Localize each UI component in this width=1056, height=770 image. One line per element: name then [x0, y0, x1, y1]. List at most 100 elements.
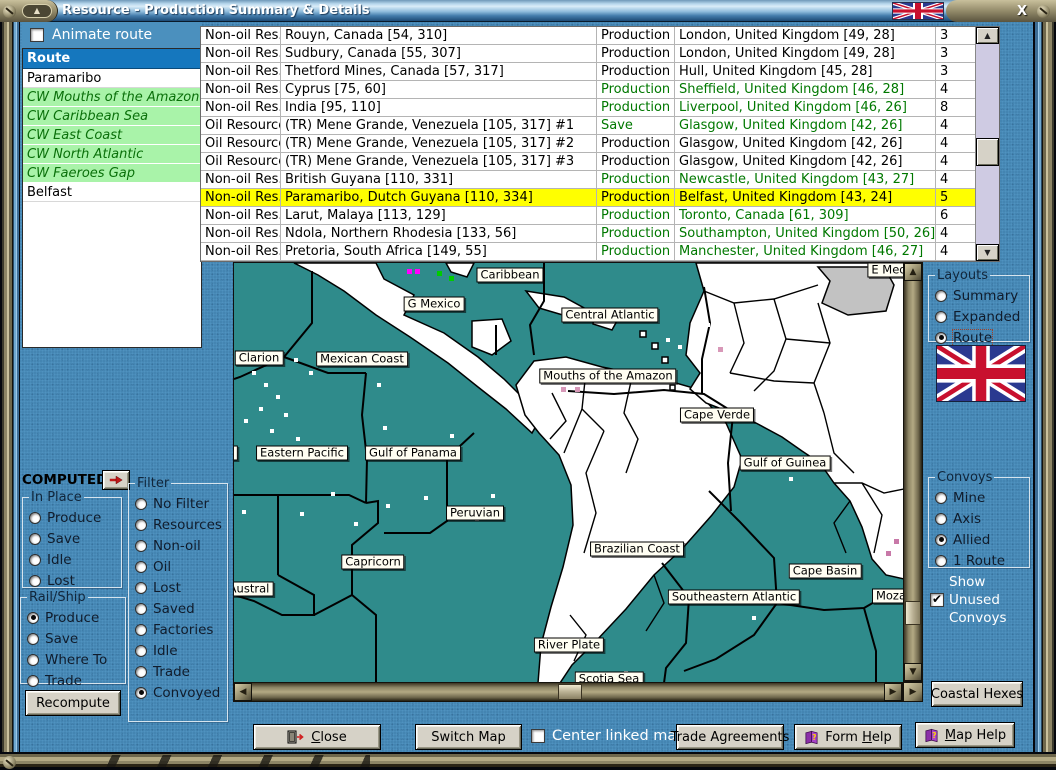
- scroll-up-icon[interactable]: ▲: [904, 263, 922, 281]
- radio-button[interactable]: [27, 674, 39, 687]
- form-help-button[interactable]: ? Form Help: [794, 724, 902, 750]
- computed-arrow-button[interactable]: [102, 470, 130, 490]
- minimize-button[interactable]: ▲: [22, 4, 52, 18]
- radio-produce[interactable]: Produce: [29, 507, 117, 528]
- center-linked-map-checkbox[interactable]: [531, 729, 545, 743]
- radio-where-to[interactable]: Where To: [27, 649, 121, 670]
- radio-summary[interactable]: Summary: [935, 285, 1025, 306]
- map-help-button[interactable]: ? Map Help: [915, 722, 1015, 748]
- scroll-left-icon[interactable]: ◀: [234, 683, 252, 701]
- radio-button[interactable]: [27, 653, 39, 666]
- switch-map-button[interactable]: Switch Map: [415, 724, 522, 750]
- close-button[interactable]: Close: [253, 724, 381, 750]
- radio-button[interactable]: [29, 574, 41, 587]
- radio-button[interactable]: [135, 686, 147, 699]
- table-row[interactable]: Non-oil Res. Cyprus [75, 60] Production She…: [201, 81, 999, 99]
- radio-button[interactable]: [135, 602, 147, 615]
- radio-button[interactable]: [27, 632, 39, 645]
- recompute-button[interactable]: Recompute: [25, 690, 121, 716]
- radio-oil[interactable]: Oil: [135, 556, 223, 577]
- table-row[interactable]: Non-oil Res. India [95, 110] Production Liv…: [201, 99, 999, 117]
- map-scroll-corner[interactable]: ▶: [903, 682, 923, 702]
- radio-axis[interactable]: Axis: [935, 508, 1025, 529]
- table-row[interactable]: Oil Resource (TR) Mene Grande, Venezuela …: [201, 117, 999, 135]
- radio-trade[interactable]: Trade: [27, 670, 121, 691]
- radio-button[interactable]: [935, 289, 947, 302]
- map-hscroll-thumb[interactable]: [558, 684, 582, 700]
- in-place-group: In Place Produce Save Idle Lost: [22, 490, 122, 591]
- radio-expanded[interactable]: Expanded: [935, 306, 1025, 327]
- table-row[interactable]: Non-oil Res. Paramaribo, Dutch Guyana [11…: [201, 189, 999, 207]
- route-list-item[interactable]: Belfast: [23, 183, 201, 202]
- table-row[interactable]: Non-oil Res. Thetford Mines, Canada [57, …: [201, 63, 999, 81]
- radio-button[interactable]: [29, 511, 41, 524]
- radio-button[interactable]: [135, 665, 147, 678]
- route-list-item[interactable]: CW East Coast: [23, 126, 201, 145]
- radio-idle[interactable]: Idle: [29, 549, 117, 570]
- radio-saved[interactable]: Saved: [135, 598, 223, 619]
- table-scrollbar-thumb[interactable]: [976, 138, 999, 166]
- map-horizontal-scrollbar[interactable]: ◀ ▶: [233, 682, 903, 702]
- radio-button[interactable]: [29, 532, 41, 545]
- radio-button[interactable]: [135, 497, 147, 510]
- radio-button[interactable]: [29, 553, 41, 566]
- route-list[interactable]: Route Paramaribo CW Mouths of the Amazon C…: [22, 48, 202, 348]
- route-list-item[interactable]: CW Caribbean Sea: [23, 107, 201, 126]
- world-map[interactable]: Caribbean G Mexico Central Atlantic E Med Cl…: [233, 262, 903, 682]
- radio-trade[interactable]: Trade: [135, 661, 223, 682]
- radio-convoyed[interactable]: Convoyed: [135, 682, 223, 703]
- map-vertical-scrollbar[interactable]: ▲ ▼: [903, 262, 923, 682]
- radio-button[interactable]: [135, 623, 147, 636]
- table-row[interactable]: Oil Resource (TR) Mene Grande, Venezuela …: [201, 135, 999, 153]
- coastal-hexes-button[interactable]: Coastal Hexes: [931, 681, 1023, 707]
- radio-produce[interactable]: Produce: [27, 607, 121, 628]
- radio-button[interactable]: [27, 611, 39, 624]
- table-row[interactable]: Non-oil Res. Sudbury, Canada [55, 307] Pro…: [201, 45, 999, 63]
- table-row[interactable]: Oil Resource (TR) Mene Grande, Venezuela …: [201, 153, 999, 171]
- radio-non-oil[interactable]: Non-oil: [135, 535, 223, 556]
- radio-no-filter[interactable]: No Filter: [135, 493, 223, 514]
- route-list-item[interactable]: Paramaribo: [23, 69, 201, 88]
- radio-lost[interactable]: Lost: [29, 570, 117, 591]
- map-vscroll-thumb[interactable]: [905, 601, 921, 625]
- table-row[interactable]: Non-oil Res. Pretoria, South Africa [149,…: [201, 243, 999, 261]
- animate-route-checkbox[interactable]: [30, 28, 44, 42]
- table-row[interactable]: Non-oil Res. Rouyn, Canada [54, 310] Produ…: [201, 27, 999, 45]
- radio-button[interactable]: [935, 331, 947, 344]
- radio-button[interactable]: [135, 581, 147, 594]
- radio-allied[interactable]: Allied: [935, 529, 1025, 550]
- table-row[interactable]: Non-oil Res. Ndola, Northern Rhodesia [13…: [201, 225, 999, 243]
- resource-table[interactable]: Non-oil Res. Rouyn, Canada [54, 310] Produ…: [200, 26, 1000, 262]
- radio-button[interactable]: [135, 644, 147, 657]
- radio-button[interactable]: [935, 310, 947, 323]
- show-unused-checkbox[interactable]: [930, 592, 944, 607]
- scroll-down-icon[interactable]: ▼: [904, 663, 922, 681]
- radio-button[interactable]: [935, 512, 947, 525]
- table-row[interactable]: Non-oil Res. British Guyana [110, 331] Pro…: [201, 171, 999, 189]
- trade-agreements-button[interactable]: Trade Agreements: [671, 724, 789, 750]
- route-list-item[interactable]: CW Faeroes Gap: [23, 164, 201, 183]
- radio-save[interactable]: Save: [29, 528, 117, 549]
- radio-button[interactable]: [935, 554, 947, 567]
- radio-lost[interactable]: Lost: [135, 577, 223, 598]
- radio-button[interactable]: [135, 560, 147, 573]
- radio-factories[interactable]: Factories: [135, 619, 223, 640]
- radio-button[interactable]: [135, 518, 147, 531]
- table-scrollbar[interactable]: ▲ ▼: [975, 27, 999, 261]
- radio-save[interactable]: Save: [27, 628, 121, 649]
- route-list-item[interactable]: CW North Atlantic: [23, 145, 201, 164]
- route-list-item[interactable]: CW Mouths of the Amazon: [23, 88, 201, 107]
- radio-button[interactable]: [135, 539, 147, 552]
- scroll-down-icon[interactable]: ▼: [976, 244, 999, 261]
- scroll-up-icon[interactable]: ▲: [976, 27, 999, 44]
- close-window-button[interactable]: X: [1013, 4, 1031, 19]
- radio-mine[interactable]: Mine: [935, 487, 1025, 508]
- radio-1-route[interactable]: 1 Route: [935, 550, 1025, 571]
- radio-resources[interactable]: Resources: [135, 514, 223, 535]
- radio-button[interactable]: [935, 491, 947, 504]
- scroll-right-icon[interactable]: ▶: [884, 683, 902, 701]
- table-row[interactable]: Non-oil Res. Larut, Malaya [113, 129] Prod…: [201, 207, 999, 225]
- radio-idle[interactable]: Idle: [135, 640, 223, 661]
- radio-button[interactable]: [935, 533, 947, 546]
- title-bar[interactable]: ▲ Resource - Production Summary & Detail…: [0, 0, 1056, 22]
